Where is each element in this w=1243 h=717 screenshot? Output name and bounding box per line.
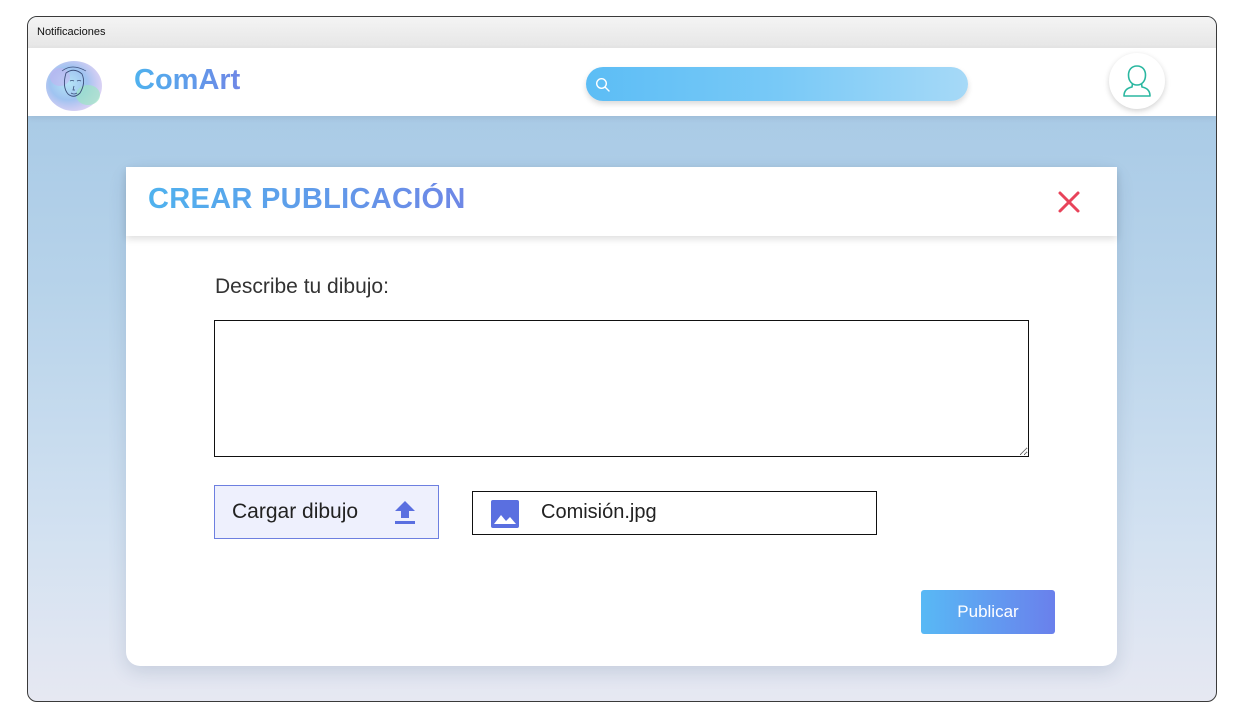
- description-field[interactable]: [214, 320, 1029, 457]
- top-header: ComArt: [28, 48, 1216, 116]
- upload-drawing-button[interactable]: Cargar dibujo: [214, 485, 439, 539]
- upload-label: Cargar dibujo: [232, 500, 359, 523]
- profile-button[interactable]: [1109, 53, 1165, 109]
- window-titlebar: Notificaciones: [28, 17, 1216, 48]
- dialog-title: CREAR PUBLICACIÓN: [148, 183, 466, 215]
- search-icon: [595, 77, 611, 93]
- publish-button[interactable]: Publicar: [921, 590, 1055, 634]
- window-title: Notificaciones: [37, 26, 106, 38]
- upload-icon: [395, 501, 415, 524]
- description-label: Describe tu dibujo:: [215, 275, 389, 298]
- dialog-header: CREAR PUBLICACIÓN: [126, 167, 1117, 236]
- file-name: Comisión.jpg: [541, 501, 657, 523]
- app-window: Notificaciones ComArt CREAR PUBLICACIÓN …: [27, 16, 1217, 702]
- brand-title: ComArt: [134, 64, 241, 96]
- close-icon: [1058, 191, 1080, 213]
- search-input[interactable]: [586, 67, 968, 101]
- create-post-dialog: CREAR PUBLICACIÓN Describe tu dibujo: Ca…: [126, 167, 1117, 666]
- image-icon: [491, 500, 519, 528]
- close-button[interactable]: [1054, 187, 1084, 217]
- selected-file: Comisión.jpg: [472, 491, 877, 535]
- watercolor-face-logo[interactable]: [44, 57, 106, 115]
- user-icon: [1123, 65, 1151, 97]
